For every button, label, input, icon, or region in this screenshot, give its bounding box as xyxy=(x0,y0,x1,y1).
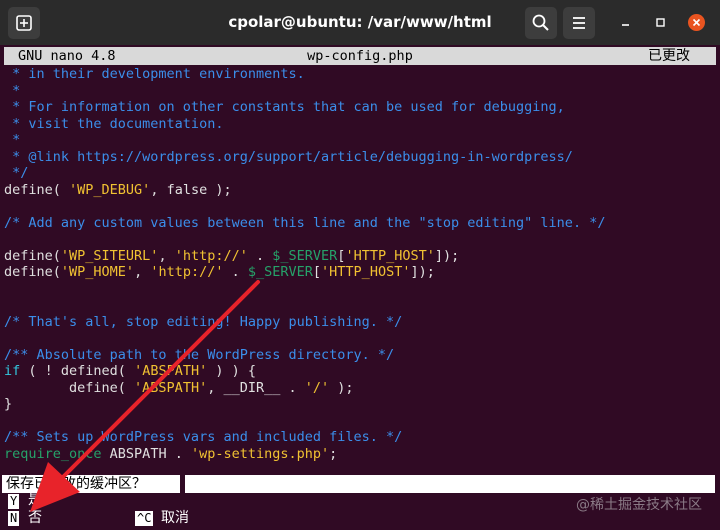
code-token: , xyxy=(158,247,175,264)
option-yes-label[interactable]: 是 xyxy=(28,492,42,508)
option-yes-key[interactable]: Y xyxy=(8,494,20,509)
code-line: define( 'WP_DEBUG', false ); xyxy=(4,182,605,199)
editor-text-area[interactable]: * in their development environments. * *… xyxy=(4,66,605,462)
code-token: 'WP_SITEURL' xyxy=(60,247,159,264)
code-token: ( ! defined( xyxy=(20,363,135,379)
code-token: } xyxy=(4,396,13,412)
code-line: * For information on other constants tha… xyxy=(4,99,605,116)
code-token: /** Absolute path to the WordPress direc… xyxy=(4,346,395,363)
code-token: , false ); xyxy=(150,181,232,198)
code-token: define( xyxy=(4,379,135,396)
code-token: * visit the documentation. xyxy=(4,115,224,132)
file-name: wp-config.php xyxy=(307,48,413,64)
code-token: * xyxy=(4,132,21,148)
hamburger-menu-icon xyxy=(573,17,585,29)
code-line: /** Sets up WordPress vars and included … xyxy=(4,429,605,446)
close-icon xyxy=(692,18,701,27)
code-token: ; xyxy=(329,445,338,462)
code-token: ]); xyxy=(434,247,460,264)
save-prompt: 保存已修改的缓冲区？ xyxy=(0,475,720,493)
code-line: */ xyxy=(4,165,605,182)
code-token: * xyxy=(4,82,21,99)
code-token: if xyxy=(4,363,21,379)
code-token: . xyxy=(223,264,248,280)
code-token: * For information on other constants tha… xyxy=(4,99,565,115)
modified-status: 已更改 xyxy=(648,48,690,64)
option-no-key[interactable]: N xyxy=(8,511,20,526)
code-line: define('WP_HOME', 'http://' . $_SERVER['… xyxy=(4,264,605,281)
nano-header: GNU nano 4.8 wp-config.php 已更改 xyxy=(4,47,716,65)
option-cancel-key[interactable]: ^C xyxy=(135,511,154,526)
code-token: ); xyxy=(329,379,354,396)
watermark: @稀土掘金技术社区 xyxy=(576,497,702,513)
code-token: /* Add any custom values between this li… xyxy=(4,214,606,231)
code-token: ABSPATH . xyxy=(101,445,191,462)
code-token: 'http://' xyxy=(174,247,248,264)
code-token: define( xyxy=(4,247,61,264)
code-token: /* That's all, stop editing! Happy publi… xyxy=(4,313,403,330)
code-token: 'http://' xyxy=(150,264,224,280)
option-no-label[interactable]: 否 xyxy=(28,510,42,526)
code-line: /** Absolute path to the WordPress direc… xyxy=(4,347,605,364)
code-line: * xyxy=(4,132,605,149)
option-cancel-label[interactable]: 取消 xyxy=(161,510,189,526)
code-token: define( xyxy=(4,181,70,198)
prompt-answer-input[interactable] xyxy=(185,475,715,493)
code-token: require_once xyxy=(4,445,102,462)
code-token: '/' xyxy=(304,379,330,396)
code-line: * @link https://wordpress.org/support/ar… xyxy=(4,149,605,166)
minimize-button[interactable] xyxy=(617,14,634,31)
code-line: define('WP_SITEURL', 'http://' . $_SERVE… xyxy=(4,248,605,265)
code-token: */ xyxy=(4,165,29,181)
code-token: 'ABSPATH' xyxy=(134,363,208,379)
code-token: /** Sets up WordPress vars and included … xyxy=(4,429,403,445)
code-token: 'WP_HOME' xyxy=(60,264,135,280)
code-line: /* Add any custom values between this li… xyxy=(4,215,605,232)
code-line: if ( ! defined( 'ABSPATH' ) ) { xyxy=(4,363,605,380)
code-line: require_once ABSPATH . 'wp-settings.php'… xyxy=(4,446,605,463)
code-token: ]); xyxy=(410,264,435,280)
code-token: , xyxy=(134,264,151,280)
search-icon xyxy=(532,14,549,31)
code-token: 'WP_DEBUG' xyxy=(69,181,151,198)
code-token: 'ABSPATH' xyxy=(134,379,208,396)
close-button[interactable] xyxy=(688,14,705,31)
code-line: * xyxy=(4,83,605,100)
code-token: 'wp-settings.php' xyxy=(190,445,330,462)
minimize-icon xyxy=(622,24,629,26)
search-button[interactable] xyxy=(525,7,557,39)
window-title: cpolar@ubuntu: /var/www/html xyxy=(228,13,492,31)
code-token: [ xyxy=(312,264,322,280)
code-token: . xyxy=(247,247,273,264)
window-titlebar: cpolar@ubuntu: /var/www/html xyxy=(0,0,720,45)
code-token: $_SERVER xyxy=(247,264,313,280)
code-line: define( 'ABSPATH', __DIR__ . '/' ); xyxy=(4,380,605,397)
code-token: * in their development environments. xyxy=(4,66,305,82)
code-token: 'HTTP_HOST' xyxy=(345,247,435,264)
maximize-button[interactable] xyxy=(652,14,669,31)
code-line: /* That's all, stop editing! Happy publi… xyxy=(4,314,605,331)
code-token: $_SERVER xyxy=(272,247,338,264)
code-line: } xyxy=(4,396,605,413)
code-token: * @link https://wordpress.org/support/ar… xyxy=(4,148,573,165)
code-token: define( xyxy=(4,264,61,280)
code-token: , __DIR__ . xyxy=(207,379,305,396)
code-token: ) ) { xyxy=(207,363,256,379)
code-line: * visit the documentation. xyxy=(4,116,605,133)
maximize-icon xyxy=(656,18,665,27)
code-token: 'HTTP_HOST' xyxy=(321,264,411,280)
code-line: * in their development environments. xyxy=(4,66,605,83)
menu-button[interactable] xyxy=(563,7,595,39)
prompt-question: 保存已修改的缓冲区？ xyxy=(2,475,180,493)
